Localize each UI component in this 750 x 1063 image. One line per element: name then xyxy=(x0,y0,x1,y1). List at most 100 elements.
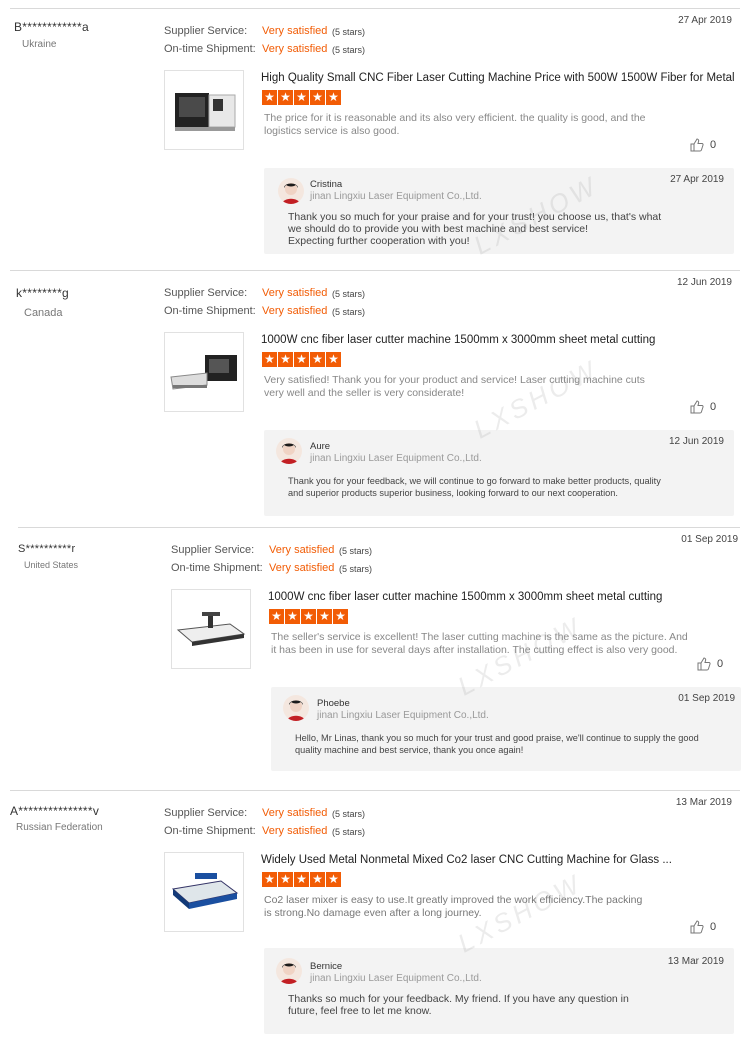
star-icon: ★ xyxy=(294,352,309,367)
reply-date: 12 Jun 2019 xyxy=(668,436,724,447)
review-text: The seller's service is excellent! The l… xyxy=(271,631,701,657)
buyer-name: k********g xyxy=(16,286,70,300)
ontime-shipment-value: Very satisfied xyxy=(269,562,335,574)
avatar xyxy=(278,178,304,204)
reply-company: jinan Lingxiu Laser Equipment Co.,Ltd. xyxy=(310,453,482,464)
thumbs-up-icon xyxy=(697,657,711,671)
reply-text-line: Thank you for your feedback, we will con… xyxy=(288,476,661,486)
product-title[interactable]: 1000W cnc fiber laser cutter machine 150… xyxy=(268,591,662,603)
reply-date: 13 Mar 2019 xyxy=(667,956,724,967)
star-icon: ★ xyxy=(310,352,325,367)
like-button[interactable]: 0 xyxy=(690,138,716,152)
ontime-shipment-label: On-time Shipment: xyxy=(171,562,263,574)
star-icon: ★ xyxy=(294,90,309,105)
supplier-service-label: Supplier Service: xyxy=(164,807,248,819)
product-image[interactable] xyxy=(171,589,251,669)
reply-name: Phoebe xyxy=(317,698,350,709)
review-text: The price for it is reasonable and its a… xyxy=(264,112,664,138)
supplier-service-value: Very satisfied xyxy=(269,544,335,556)
buyer-country: Russian Federation xyxy=(16,822,103,833)
ontime-shipment-stars: (5 stars) xyxy=(332,307,366,317)
supplier-service-label: Supplier Service: xyxy=(164,25,248,37)
review-card: B************a Ukraine Supplier Service:… xyxy=(0,0,750,262)
review-text-line: Co2 laser mixer is easy to use.It greatl… xyxy=(264,894,643,906)
reply-text: Thank you so much for your praise and fo… xyxy=(288,211,661,247)
star-icon: ★ xyxy=(269,609,284,624)
reply-company: jinan Lingxiu Laser Equipment Co.,Ltd. xyxy=(317,710,489,721)
reply-name: Bernice xyxy=(310,961,343,972)
product-title[interactable]: Widely Used Metal Nonmetal Mixed Co2 las… xyxy=(261,854,672,866)
star-icon: ★ xyxy=(326,352,341,367)
review-date: 01 Sep 2019 xyxy=(681,534,738,545)
reply-text-line: and superior products superior business,… xyxy=(288,488,618,498)
star-icon: ★ xyxy=(301,609,316,624)
rating-stars: ★ ★ ★ ★ ★ xyxy=(269,609,348,624)
star-icon: ★ xyxy=(310,90,325,105)
star-icon: ★ xyxy=(262,90,277,105)
review-text-line: The seller's service is excellent! The l… xyxy=(271,631,688,643)
avatar xyxy=(276,958,302,984)
review-text: Very satisfied! Thank you for your produ… xyxy=(264,374,664,400)
rating-stars: ★ ★ ★ ★ ★ xyxy=(262,90,341,105)
star-icon: ★ xyxy=(326,872,341,887)
like-button[interactable]: 0 xyxy=(690,920,716,934)
star-icon: ★ xyxy=(278,872,293,887)
star-icon: ★ xyxy=(278,352,293,367)
reply-text: Thanks so much for your feedback. My fri… xyxy=(288,993,629,1017)
review-date: 27 Apr 2019 xyxy=(678,15,732,26)
buyer-country: Ukraine xyxy=(22,39,57,50)
reply-company: jinan Lingxiu Laser Equipment Co.,Ltd. xyxy=(310,973,482,984)
reply-text-line: Thanks so much for your feedback. My fri… xyxy=(288,993,629,1005)
reply-name: Cristina xyxy=(310,179,343,190)
supplier-reply: Phoebe jinan Lingxiu Laser Equipment Co.… xyxy=(271,687,741,771)
review-text-line: very well and the seller is very conside… xyxy=(264,387,465,399)
reply-name: Aure xyxy=(310,441,331,452)
buyer-country: United States xyxy=(24,560,79,570)
supplier-service-label: Supplier Service: xyxy=(171,544,255,556)
supplier-service-stars: (5 stars) xyxy=(332,289,366,299)
supplier-reply: Cristina jinan Lingxiu Laser Equipment C… xyxy=(264,168,734,254)
like-count: 0 xyxy=(717,658,724,670)
buyer-country: Canada xyxy=(24,307,63,319)
review-text: Co2 laser mixer is easy to use.It greatl… xyxy=(264,894,664,920)
star-icon: ★ xyxy=(262,352,277,367)
product-image[interactable] xyxy=(164,332,244,412)
star-icon: ★ xyxy=(285,609,300,624)
like-button[interactable]: 0 xyxy=(690,400,716,414)
supplier-service-stars: (5 stars) xyxy=(332,809,366,819)
product-image[interactable] xyxy=(164,852,244,932)
supplier-service-value: Very satisfied xyxy=(262,807,328,819)
review-text-line: The price for it is reasonable and its a… xyxy=(264,112,646,124)
reply-date: 01 Sep 2019 xyxy=(678,693,735,704)
reply-text: Hello, Mr Linas, thank you so much for y… xyxy=(295,732,699,756)
supplier-reply: Aure jinan Lingxiu Laser Equipment Co.,L… xyxy=(264,430,734,516)
reply-text: Thank you for your feedback, we will con… xyxy=(288,475,661,499)
reply-company: jinan Lingxiu Laser Equipment Co.,Ltd. xyxy=(310,191,482,202)
ontime-shipment-stars: (5 stars) xyxy=(332,827,366,837)
supplier-service-stars: (5 stars) xyxy=(332,27,366,37)
thumbs-up-icon xyxy=(690,920,704,934)
ontime-shipment-stars: (5 stars) xyxy=(332,45,366,55)
product-image[interactable] xyxy=(164,70,244,150)
reply-text-line: future, feel free to let me know. xyxy=(288,1005,432,1017)
review-card: S**********r United States Supplier Serv… xyxy=(0,519,750,781)
ontime-shipment-value: Very satisfied xyxy=(262,43,328,55)
review-card: k********g Canada Supplier Service: Very… xyxy=(0,262,750,524)
review-date: 12 Jun 2019 xyxy=(676,277,732,288)
product-title[interactable]: 1000W cnc fiber laser cutter machine 150… xyxy=(261,334,655,346)
ontime-shipment-stars: (5 stars) xyxy=(339,564,373,574)
thumbs-up-icon xyxy=(690,400,704,414)
thumbs-up-icon xyxy=(690,138,704,152)
avatar xyxy=(283,695,309,721)
like-button[interactable]: 0 xyxy=(697,657,723,671)
ontime-shipment-value: Very satisfied xyxy=(262,305,328,317)
review-text-line: logistics service is also good. xyxy=(264,125,400,137)
review-text-line: it has been in use for several days afte… xyxy=(271,644,678,656)
supplier-reply: Bernice jinan Lingxiu Laser Equipment Co… xyxy=(264,948,734,1034)
avatar xyxy=(276,438,302,464)
buyer-name: A***************v xyxy=(10,804,100,818)
reply-text-line: quality machine and best service, thank … xyxy=(295,745,524,755)
product-title[interactable]: High Quality Small CNC Fiber Laser Cutti… xyxy=(261,72,735,84)
supplier-service-value: Very satisfied xyxy=(262,287,328,299)
like-count: 0 xyxy=(710,401,717,413)
